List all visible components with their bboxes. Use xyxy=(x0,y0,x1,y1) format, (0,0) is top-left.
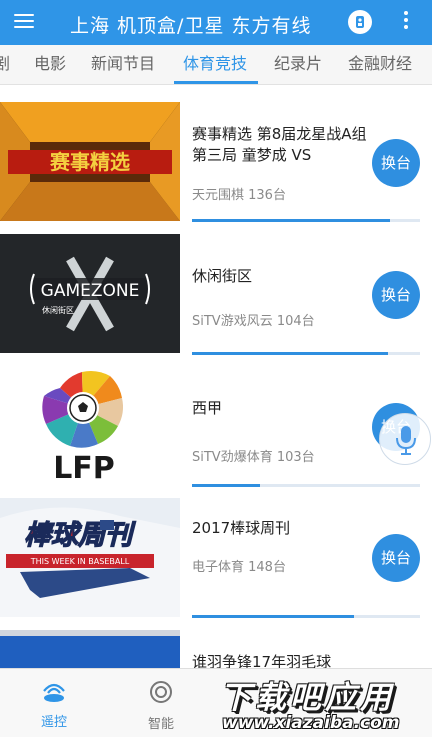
smart-icon xyxy=(150,681,172,703)
remote-signal-icon xyxy=(43,683,65,702)
thumb-subtext: THIS WEEK IN BASEBALL xyxy=(30,557,130,566)
thumb-text: GAMEZONE xyxy=(41,281,140,301)
app-bar: 上海 机顶盒/卫星 东方有线 xyxy=(0,0,432,45)
thumb-subtext: 休闲街区 xyxy=(42,305,74,315)
channel-name: 天元围棋 136台 xyxy=(192,188,286,203)
watermark: 下载吧应用 www.xiazaiba.com xyxy=(214,670,432,737)
switch-channel-button[interactable]: 换台 xyxy=(372,139,420,187)
program-title: 谁羽争锋17年羽毛球 xyxy=(192,653,332,668)
channel-list[interactable]: 赛事精选 赛事精选 第8届龙星战A组第三局 童梦成 VS 天元围棋 136台 换… xyxy=(0,86,432,668)
program-thumbnail: 棒球周刊 THIS WEEK IN BASEBALL xyxy=(0,498,180,617)
thumb-text: 赛事精选 xyxy=(49,150,130,174)
hamburger-menu-icon[interactable] xyxy=(12,10,36,34)
nav-remote[interactable]: 遥控 xyxy=(19,679,89,730)
app-title: 上海 机顶盒/卫星 东方有线 xyxy=(70,15,312,37)
tab-documentary[interactable]: 纪录片 xyxy=(274,45,322,84)
channel-name: 电子体育 148台 xyxy=(192,560,286,575)
watermark-text: 下载吧应用 xyxy=(220,680,395,716)
program-title: 2017棒球周刊 xyxy=(192,519,291,537)
program-thumbnail: 赛事精选 xyxy=(0,102,180,221)
thumb-text: 棒球周刊 xyxy=(24,520,136,551)
list-item[interactable]: GAMEZONE 休闲街区 休闲街区 SiTV游戏风云 104台 换台 xyxy=(0,218,432,355)
list-item[interactable]: 谁羽争锋17年羽毛球 xyxy=(0,614,432,668)
more-vert-icon[interactable] xyxy=(400,11,412,33)
program-title: 赛事精选 第8届龙星战A组第三局 童梦成 VS xyxy=(192,125,367,164)
channel-name: SiTV游戏风云 104台 xyxy=(192,314,315,329)
program-thumbnail: GAMEZONE 休闲街区 xyxy=(0,234,180,353)
nav-smart[interactable]: 智能 xyxy=(126,679,196,732)
switch-channel-button[interactable]: 换台 xyxy=(372,534,420,582)
category-tabs: 剧 电影 新闻节目 体育竞技 纪录片 金融财经 xyxy=(0,45,432,85)
tab-movies[interactable]: 电影 xyxy=(34,45,66,84)
channel-name: SiTV劲爆体育 103台 xyxy=(192,450,315,465)
switch-channel-button[interactable]: 换台 xyxy=(372,271,420,319)
program-title: 休闲街区 xyxy=(192,267,253,285)
tab-news[interactable]: 新闻节目 xyxy=(91,45,155,84)
active-tab-indicator xyxy=(174,81,258,84)
tab-series[interactable]: 剧 xyxy=(0,45,10,84)
list-item[interactable]: 赛事精选 赛事精选 第8届龙星战A组第三局 童梦成 VS 天元围棋 136台 换… xyxy=(0,86,432,222)
nav-label: 智能 xyxy=(147,717,174,732)
list-item[interactable]: LFP 西甲 SiTV劲爆体育 103台 换台 xyxy=(0,350,432,487)
program-thumbnail: LFP xyxy=(0,366,180,485)
program-title: 西甲 xyxy=(192,399,223,417)
watermark-url: www.xiazaiba.com xyxy=(222,713,400,733)
list-item[interactable]: 棒球周刊 THIS WEEK IN BASEBALL 2017棒球周刊 电子体育… xyxy=(0,482,432,618)
voice-button[interactable] xyxy=(379,413,431,465)
tab-finance[interactable]: 金融财经 xyxy=(348,45,412,84)
nav-label: 遥控 xyxy=(40,715,67,730)
remote-icon[interactable] xyxy=(348,10,372,34)
tab-sports[interactable]: 体育竞技 xyxy=(183,45,247,84)
microphone-icon xyxy=(396,426,416,455)
program-thumbnail xyxy=(0,630,180,668)
thumb-text: LFP xyxy=(53,451,115,485)
